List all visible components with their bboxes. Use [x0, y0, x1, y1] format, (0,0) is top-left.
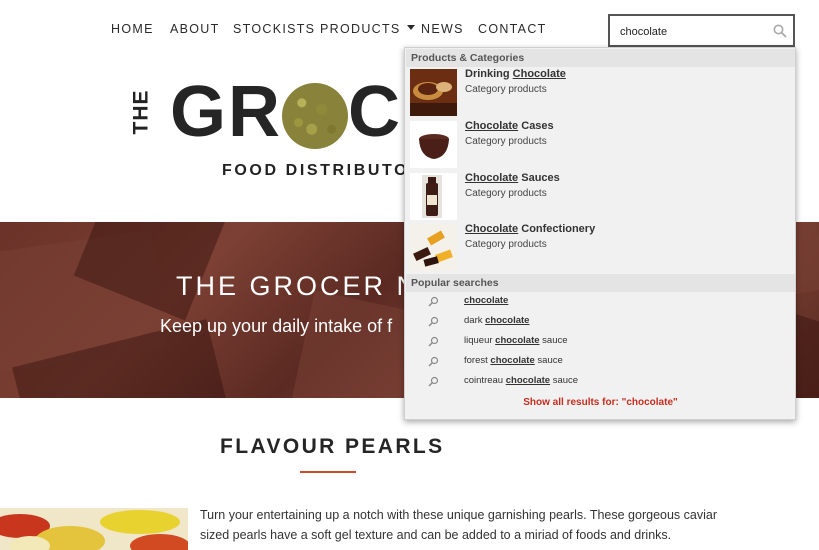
popular-search-text: chocolate [464, 295, 509, 306]
magnifier-icon [428, 376, 439, 387]
nav-products-label: PRODUCTS [320, 22, 401, 36]
magnifier-icon [428, 316, 439, 327]
popular-header: Popular searches [406, 274, 795, 292]
hero-title: THE GROCER N [176, 271, 420, 301]
product-category: Category products [465, 84, 547, 95]
product-suggestion[interactable]: Chocolate Cases Category products [406, 119, 795, 170]
brand-logo[interactable]: THE GR C FOOD DISTRIBUTO [129, 72, 420, 188]
product-title: Chocolate Cases [465, 120, 554, 132]
nav-home[interactable]: HOME [111, 22, 154, 36]
popular-search-text: dark chocolate [464, 315, 530, 326]
product-suggestion[interactable]: Drinking Chocolate Category products [406, 67, 795, 118]
chocolate-confectionery-thumbnail [410, 224, 457, 271]
popular-search-text: liqueur chocolate sauce [464, 335, 568, 346]
pearls-logo-image [282, 83, 348, 149]
title-underline [300, 471, 356, 473]
product-category: Category products [465, 239, 547, 250]
search-autocomplete-dropdown: Products & Categories Drinking Chocolate… [404, 47, 796, 420]
product-title: Chocolate Confectionery [465, 223, 596, 235]
product-suggestion[interactable]: Chocolate Sauces Category products [406, 171, 795, 222]
pearl-dish-white [10, 536, 50, 550]
nav-about[interactable]: ABOUT [170, 22, 220, 36]
flavour-pearls-image [0, 508, 188, 550]
popular-search-item[interactable]: liqueur chocolate sauce [406, 332, 795, 352]
nav-contact[interactable]: CONTACT [478, 22, 547, 36]
pearl-dish-yellow [100, 510, 180, 534]
chocolate-sauces-thumbnail [410, 173, 457, 220]
popular-search-text: forest chocolate sauce [464, 355, 563, 366]
chocolate-cases-thumbnail [410, 121, 457, 168]
magnifier-icon [428, 356, 439, 367]
popular-search-item[interactable]: dark chocolate [406, 312, 795, 332]
nav-products[interactable]: PRODUCTS [320, 22, 415, 36]
hero-subtitle: Keep up your daily intake of f [160, 316, 393, 336]
product-title: Chocolate Sauces [465, 172, 560, 184]
drinking-chocolate-thumbnail [410, 69, 457, 116]
products-header: Products & Categories [406, 49, 795, 67]
section-title: FLAVOUR PEARLS [220, 435, 445, 458]
logo-subtitle: FOOD DISTRIBUTO [222, 162, 410, 179]
popular-search-item[interactable]: chocolate [406, 292, 795, 312]
popular-search-text: cointreau chocolate sauce [464, 375, 579, 386]
pearl-dish-red [130, 534, 188, 550]
product-category: Category products [465, 188, 547, 199]
magnifier-icon [428, 296, 439, 307]
popular-search-item[interactable]: cointreau chocolate sauce [406, 372, 795, 392]
popular-search-item[interactable]: forest chocolate sauce [406, 352, 795, 372]
magnifier-icon [428, 336, 439, 347]
nav-news[interactable]: NEWS [421, 22, 464, 36]
search-box [608, 14, 795, 47]
show-all-results-link[interactable]: Show all results for: "chocolate" [406, 393, 795, 415]
product-suggestion[interactable]: Chocolate Confectionery Category product… [406, 222, 795, 273]
logo-the: THE [129, 89, 153, 135]
product-title: Drinking Chocolate [465, 68, 566, 80]
nav-stockists[interactable]: STOCKISTS [233, 22, 315, 36]
section-body: Turn your entertaining up a notch with t… [200, 508, 717, 542]
search-icon[interactable] [773, 24, 787, 38]
search-input[interactable] [620, 24, 770, 39]
chevron-down-icon [406, 25, 415, 31]
product-category: Category products [465, 136, 547, 147]
